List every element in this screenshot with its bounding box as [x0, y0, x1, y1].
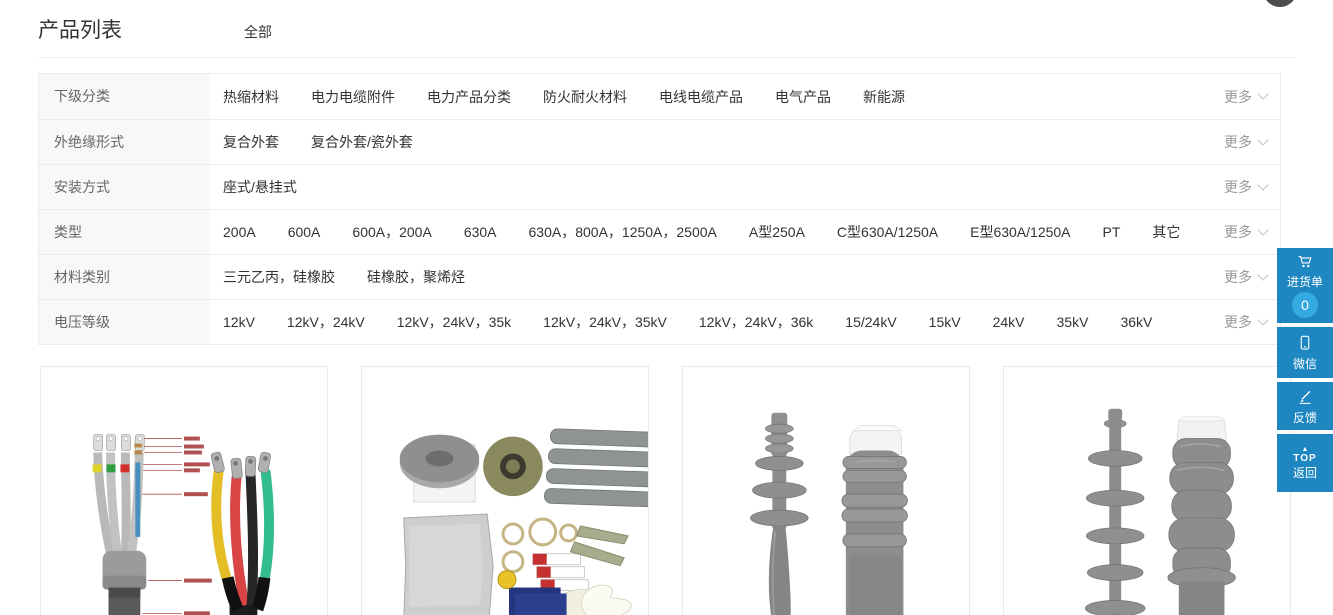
more-label: 更多	[1224, 222, 1252, 242]
filter-options: 三元乙丙，硅橡胶 硅橡胶，聚烯烃	[209, 255, 1224, 299]
filter-option[interactable]: 200A	[223, 224, 256, 240]
filter-option[interactable]: 35kV	[1057, 314, 1089, 330]
filter-option[interactable]: 热缩材料	[223, 87, 279, 107]
more-link[interactable]: 更多	[1224, 74, 1280, 119]
avatar-partial[interactable]	[1263, 0, 1297, 7]
filter-options: 座式/悬挂式	[209, 165, 1224, 209]
filter-label: 下级分类	[39, 74, 209, 119]
filter-option[interactable]: 600A，200A	[352, 222, 431, 242]
cart-count-badge: 0	[1292, 292, 1318, 318]
more-link[interactable]: 更多	[1224, 255, 1280, 299]
filter-option[interactable]: C型630A/1250A	[837, 222, 938, 242]
filter-option[interactable]: 座式/悬挂式	[223, 177, 297, 197]
more-link[interactable]: 更多	[1224, 120, 1280, 164]
filter-option[interactable]: 电力产品分类	[427, 87, 511, 107]
filter-label: 外绝缘形式	[39, 120, 209, 164]
filter-options: 复合外套 复合外套/瓷外套	[209, 120, 1224, 164]
filter-option[interactable]: 12kV，24kV，36k	[699, 312, 813, 332]
filter-row-2: 外绝缘形式复合外套 复合外套/瓷外套 更多	[39, 119, 1280, 164]
product-list-page: 产品列表 全部 下级分类热缩材料 电力电缆附件 电力产品分类 防火耐火材料 电线电缆产品…	[0, 0, 1333, 615]
back-label: 返回	[1293, 466, 1317, 480]
filter-option[interactable]: 复合外套	[223, 132, 279, 152]
more-label: 更多	[1224, 312, 1252, 332]
filter-label: 类型	[39, 210, 209, 254]
product-card[interactable]	[361, 366, 649, 615]
filter-label: 电压等级	[39, 300, 209, 344]
shopping-cart-icon	[1295, 253, 1315, 273]
filter-row-4: 类型 200A 600A 600A，200A 630A 630A，800A，1250A，2…	[39, 209, 1280, 254]
top-label: TOP	[1293, 453, 1316, 464]
product-image-terminations-a	[683, 367, 969, 615]
page-title: 产品列表	[38, 14, 122, 44]
filter-option[interactable]: 电力电缆附件	[311, 87, 395, 107]
cart-button[interactable]: 进货单 0	[1277, 248, 1333, 323]
wechat-label: 微信	[1293, 357, 1317, 371]
filter-option[interactable]: 硅橡胶，聚烯烃	[367, 267, 465, 287]
product-grid	[40, 366, 1291, 615]
filter-option[interactable]: 24kV	[993, 314, 1025, 330]
product-card[interactable]	[682, 366, 970, 615]
feedback-button[interactable]: 反馈	[1277, 382, 1333, 430]
filter-option[interactable]: 新能源	[863, 87, 905, 107]
cart-label: 进货单	[1287, 275, 1323, 289]
filter-option[interactable]: 36kV	[1120, 314, 1152, 330]
filter-option[interactable]: 其它	[1152, 222, 1180, 242]
filter-option[interactable]: 15kV	[929, 314, 961, 330]
chevron-down-icon	[1257, 224, 1268, 235]
filter-options: 200A 600A 600A，200A 630A 630A，800A，1250A，250…	[209, 210, 1224, 254]
product-card[interactable]	[40, 366, 328, 615]
filter-option[interactable]: 600A	[288, 224, 321, 240]
more-link[interactable]: 更多	[1224, 165, 1280, 209]
filter-option[interactable]: 12kV，24kV，35kV	[543, 312, 667, 332]
filter-table: 下级分类热缩材料电力电缆附件电力产品分类防火耐火材料电线电缆产品电气产品新能源更…	[38, 73, 1281, 345]
filter-label: 安装方式	[39, 165, 209, 209]
mobile-phone-icon	[1296, 334, 1314, 355]
filter-option[interactable]: 12kV，24kV	[287, 312, 365, 332]
filter-option[interactable]: 630A，800A，1250A，2500A	[529, 222, 717, 242]
filter-options: 12kV 12kV，24kV 12kV，24kV，35k 12kV，24kV，35kV…	[209, 300, 1224, 344]
product-image-kit-contents	[362, 367, 648, 615]
filter-option[interactable]: 12kV	[223, 314, 255, 330]
filter-option[interactable]: PT	[1103, 224, 1121, 240]
filter-option[interactable]: 电线电缆产品	[659, 87, 743, 107]
more-label: 更多	[1224, 87, 1252, 107]
feedback-label: 反馈	[1293, 411, 1317, 425]
filter-row-1: 下级分类热缩材料 电力电缆附件 电力产品分类 防火耐火材料 电线电缆产品 电气产品 新能源 更…	[39, 74, 1280, 119]
filter-option[interactable]: 复合外套/瓷外套	[311, 132, 413, 152]
filter-option[interactable]: 12kV，24kV，35k	[397, 312, 511, 332]
product-image-termination-diagram	[41, 367, 327, 615]
filter-option[interactable]: A型250A	[749, 222, 805, 242]
product-image-terminations-b	[1004, 367, 1290, 615]
filter-option[interactable]: 630A	[464, 224, 497, 240]
tab-all[interactable]: 全部	[244, 22, 272, 42]
more-label: 更多	[1224, 177, 1252, 197]
chevron-down-icon	[1257, 314, 1268, 325]
header-divider	[38, 57, 1295, 58]
more-label: 更多	[1224, 267, 1252, 287]
filter-row-5: 材料类别三元乙丙，硅橡胶 硅橡胶，聚烯烃 更多	[39, 254, 1280, 299]
filter-option[interactable]: 防火耐火材料	[543, 87, 627, 107]
pencil-icon	[1296, 388, 1314, 409]
filter-option[interactable]: E型630A/1250A	[970, 222, 1070, 242]
filter-label: 材料类别	[39, 255, 209, 299]
filter-option[interactable]: 三元乙丙，硅橡胶	[223, 267, 335, 287]
filter-options: 热缩材料 电力电缆附件 电力产品分类 防火耐火材料 电线电缆产品 电气产品 新能源	[209, 74, 1224, 119]
more-link[interactable]: 更多	[1224, 210, 1280, 254]
chevron-down-icon	[1257, 88, 1268, 99]
product-card[interactable]	[1003, 366, 1291, 615]
more-label: 更多	[1224, 132, 1252, 152]
filter-option[interactable]: 15/24kV	[845, 314, 896, 330]
side-toolbar: 进货单 0 微信 反馈 ▲ TOP	[1277, 248, 1333, 492]
filter-option[interactable]: 电气产品	[775, 87, 831, 107]
chevron-down-icon	[1257, 179, 1268, 190]
chevron-down-icon	[1257, 269, 1268, 280]
filter-row-6: 电压等级 12kV 12kV，24kV 12kV，24kV，35k 12kV，24kV，…	[39, 299, 1280, 344]
chevron-down-icon	[1257, 134, 1268, 145]
filter-row-3: 安装方式座式/悬挂式 更多	[39, 164, 1280, 209]
back-to-top-button[interactable]: ▲ TOP 返回	[1277, 434, 1333, 492]
more-link[interactable]: 更多	[1224, 300, 1280, 344]
wechat-button[interactable]: 微信	[1277, 327, 1333, 378]
